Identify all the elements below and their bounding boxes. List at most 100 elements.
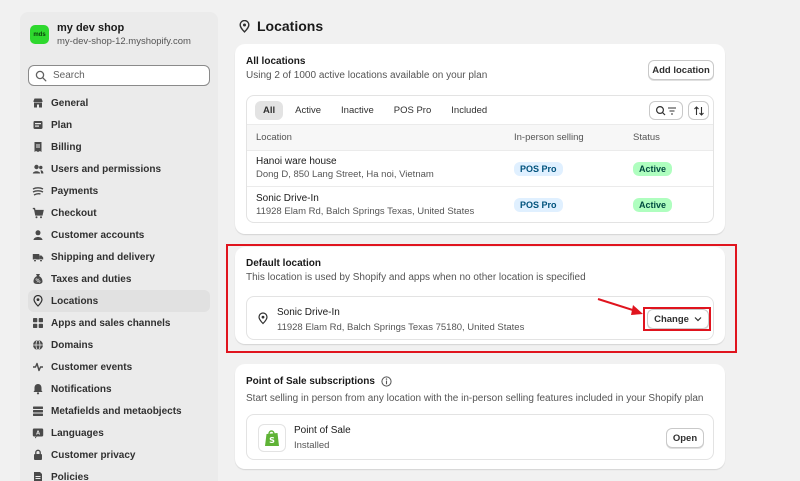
tab-pos-pro[interactable]: POS Pro — [386, 101, 440, 120]
nav-item-plan[interactable]: Plan — [28, 114, 210, 136]
nav-item-general[interactable]: General — [28, 92, 210, 114]
lock-icon — [32, 449, 44, 461]
nav-item-taxes[interactable]: % Taxes and duties — [28, 268, 210, 290]
nav-label: General — [51, 97, 89, 109]
page-title-text: Locations — [257, 18, 324, 34]
add-location-button[interactable]: Add location — [648, 60, 714, 80]
pos-title: Point of Sale subscriptions — [246, 376, 375, 387]
location-address: 11928 Elam Rd, Balch Springs Texas, Unit… — [256, 205, 475, 217]
nav-item-customer-accounts[interactable]: Customer accounts — [28, 224, 210, 246]
settings-sidebar: mds my dev shop my-dev-shop-12.myshopify… — [20, 12, 218, 481]
svg-text:A: A — [36, 431, 40, 437]
nav-label: Metafields and metaobjects — [51, 405, 182, 417]
filter-tabs: All Active Inactive POS Pro Included — [247, 96, 713, 125]
tax-icon: % — [32, 273, 44, 285]
all-locations-subtitle: Using 2 of 1000 active locations availab… — [246, 70, 488, 81]
locations-table: All Active Inactive POS Pro Included Loc… — [246, 95, 714, 223]
nav-label: Checkout — [51, 207, 97, 219]
nav-label: Payments — [51, 185, 99, 197]
shop-url: my-dev-shop-12.myshopify.com — [57, 35, 191, 47]
search-filter-button[interactable] — [649, 101, 683, 120]
tab-all[interactable]: All — [255, 100, 284, 120]
nav-label: Taxes and duties — [51, 273, 132, 285]
apps-icon — [32, 317, 44, 329]
nav-item-shipping[interactable]: Shipping and delivery — [28, 246, 210, 268]
nav-label: Users and permissions — [51, 163, 162, 175]
shop-switcher[interactable]: mds my dev shop my-dev-shop-12.myshopify… — [20, 12, 218, 57]
nav-item-payments[interactable]: Payments — [28, 180, 210, 202]
truck-icon — [32, 251, 44, 263]
pos-subscriptions-card: Point of Sale subscriptions Start sellin… — [235, 364, 725, 469]
column-header: Location — [256, 132, 292, 143]
all-locations-title: All locations — [246, 56, 306, 67]
svg-text:S: S — [269, 436, 275, 445]
nav-item-apps[interactable]: Apps and sales channels — [28, 312, 210, 334]
nav-item-domains[interactable]: Domains — [28, 334, 210, 356]
column-header: In-person selling — [514, 132, 584, 143]
shop-logo: mds — [30, 25, 49, 44]
pos-badge: POS Pro — [514, 161, 563, 176]
nav-label: Customer accounts — [51, 229, 145, 241]
nav-label: Apps and sales channels — [51, 317, 171, 329]
table-row[interactable]: Hanoi ware house Dong D, 850 Lang Street… — [247, 151, 713, 187]
policies-icon — [32, 471, 44, 481]
payments-icon — [32, 185, 44, 197]
pos-badge: POS Pro — [514, 198, 563, 212]
cart-icon — [32, 207, 44, 219]
tab-inactive[interactable]: Inactive — [333, 101, 382, 120]
search-box[interactable] — [28, 65, 210, 86]
nav-item-metafields[interactable]: Metafields and metaobjects — [28, 400, 210, 422]
table-header: Location In-person selling Status — [247, 125, 713, 151]
table-row[interactable]: Sonic Drive-In 11928 Elam Rd, Balch Spri… — [247, 187, 713, 222]
svg-text:%: % — [35, 278, 40, 284]
nav-label: Locations — [51, 295, 99, 307]
users-icon — [32, 163, 44, 175]
globe-icon — [32, 339, 44, 351]
location-icon — [32, 295, 44, 307]
location-address: Dong D, 850 Lang Street, Ha noi, Vietnam — [256, 169, 434, 180]
status-badge: Active — [633, 198, 673, 212]
search-icon — [35, 70, 47, 81]
highlight-box — [226, 244, 737, 353]
location-name: Sonic Drive-In — [256, 192, 319, 204]
nav-item-customer-events[interactable]: Customer events — [28, 356, 210, 378]
page-title: Locations — [238, 18, 323, 34]
nav-item-billing[interactable]: Billing — [28, 136, 210, 158]
nav-item-users[interactable]: Users and permissions — [28, 158, 210, 180]
nav-label: Plan — [51, 119, 73, 131]
nav-item-checkout[interactable]: Checkout — [28, 202, 210, 224]
events-icon — [32, 361, 44, 373]
nav-item-notifications[interactable]: Notifications — [28, 378, 210, 400]
sort-icon — [693, 105, 704, 116]
person-icon — [32, 229, 44, 241]
shop-name: my dev shop — [57, 21, 125, 34]
column-header: Status — [633, 132, 660, 143]
nav-label: Customer privacy — [51, 449, 136, 461]
language-icon: A — [32, 427, 44, 439]
info-icon[interactable] — [381, 376, 392, 387]
open-button[interactable]: Open — [666, 428, 704, 448]
status-badge: Active — [633, 161, 673, 176]
location-icon — [239, 19, 250, 33]
store-icon — [32, 97, 44, 109]
change-highlight-box — [643, 307, 711, 331]
nav-label: Notifications — [51, 383, 112, 395]
pos-app-name: Point of Sale — [294, 425, 351, 436]
nav-item-customer-privacy[interactable]: Customer privacy — [28, 444, 210, 466]
nav-label: Customer events — [51, 361, 133, 373]
all-locations-card: All locations Using 2 of 1000 active loc… — [235, 44, 725, 234]
nav-item-languages[interactable]: A Languages — [28, 422, 210, 444]
bell-icon — [32, 383, 44, 395]
search-input[interactable] — [53, 70, 203, 81]
billing-icon — [32, 141, 44, 153]
plan-icon — [32, 119, 44, 131]
nav-item-locations[interactable]: Locations — [28, 290, 210, 312]
tab-included[interactable]: Included — [443, 101, 495, 120]
nav-label: Policies — [51, 471, 89, 481]
nav-label: Domains — [51, 339, 94, 351]
tab-active[interactable]: Active — [287, 101, 329, 120]
settings-nav: General Plan Billing Users and permissio… — [20, 92, 218, 481]
nav-item-policies[interactable]: Policies — [28, 466, 210, 481]
nav-label: Billing — [51, 141, 82, 153]
sort-button[interactable] — [688, 101, 709, 120]
